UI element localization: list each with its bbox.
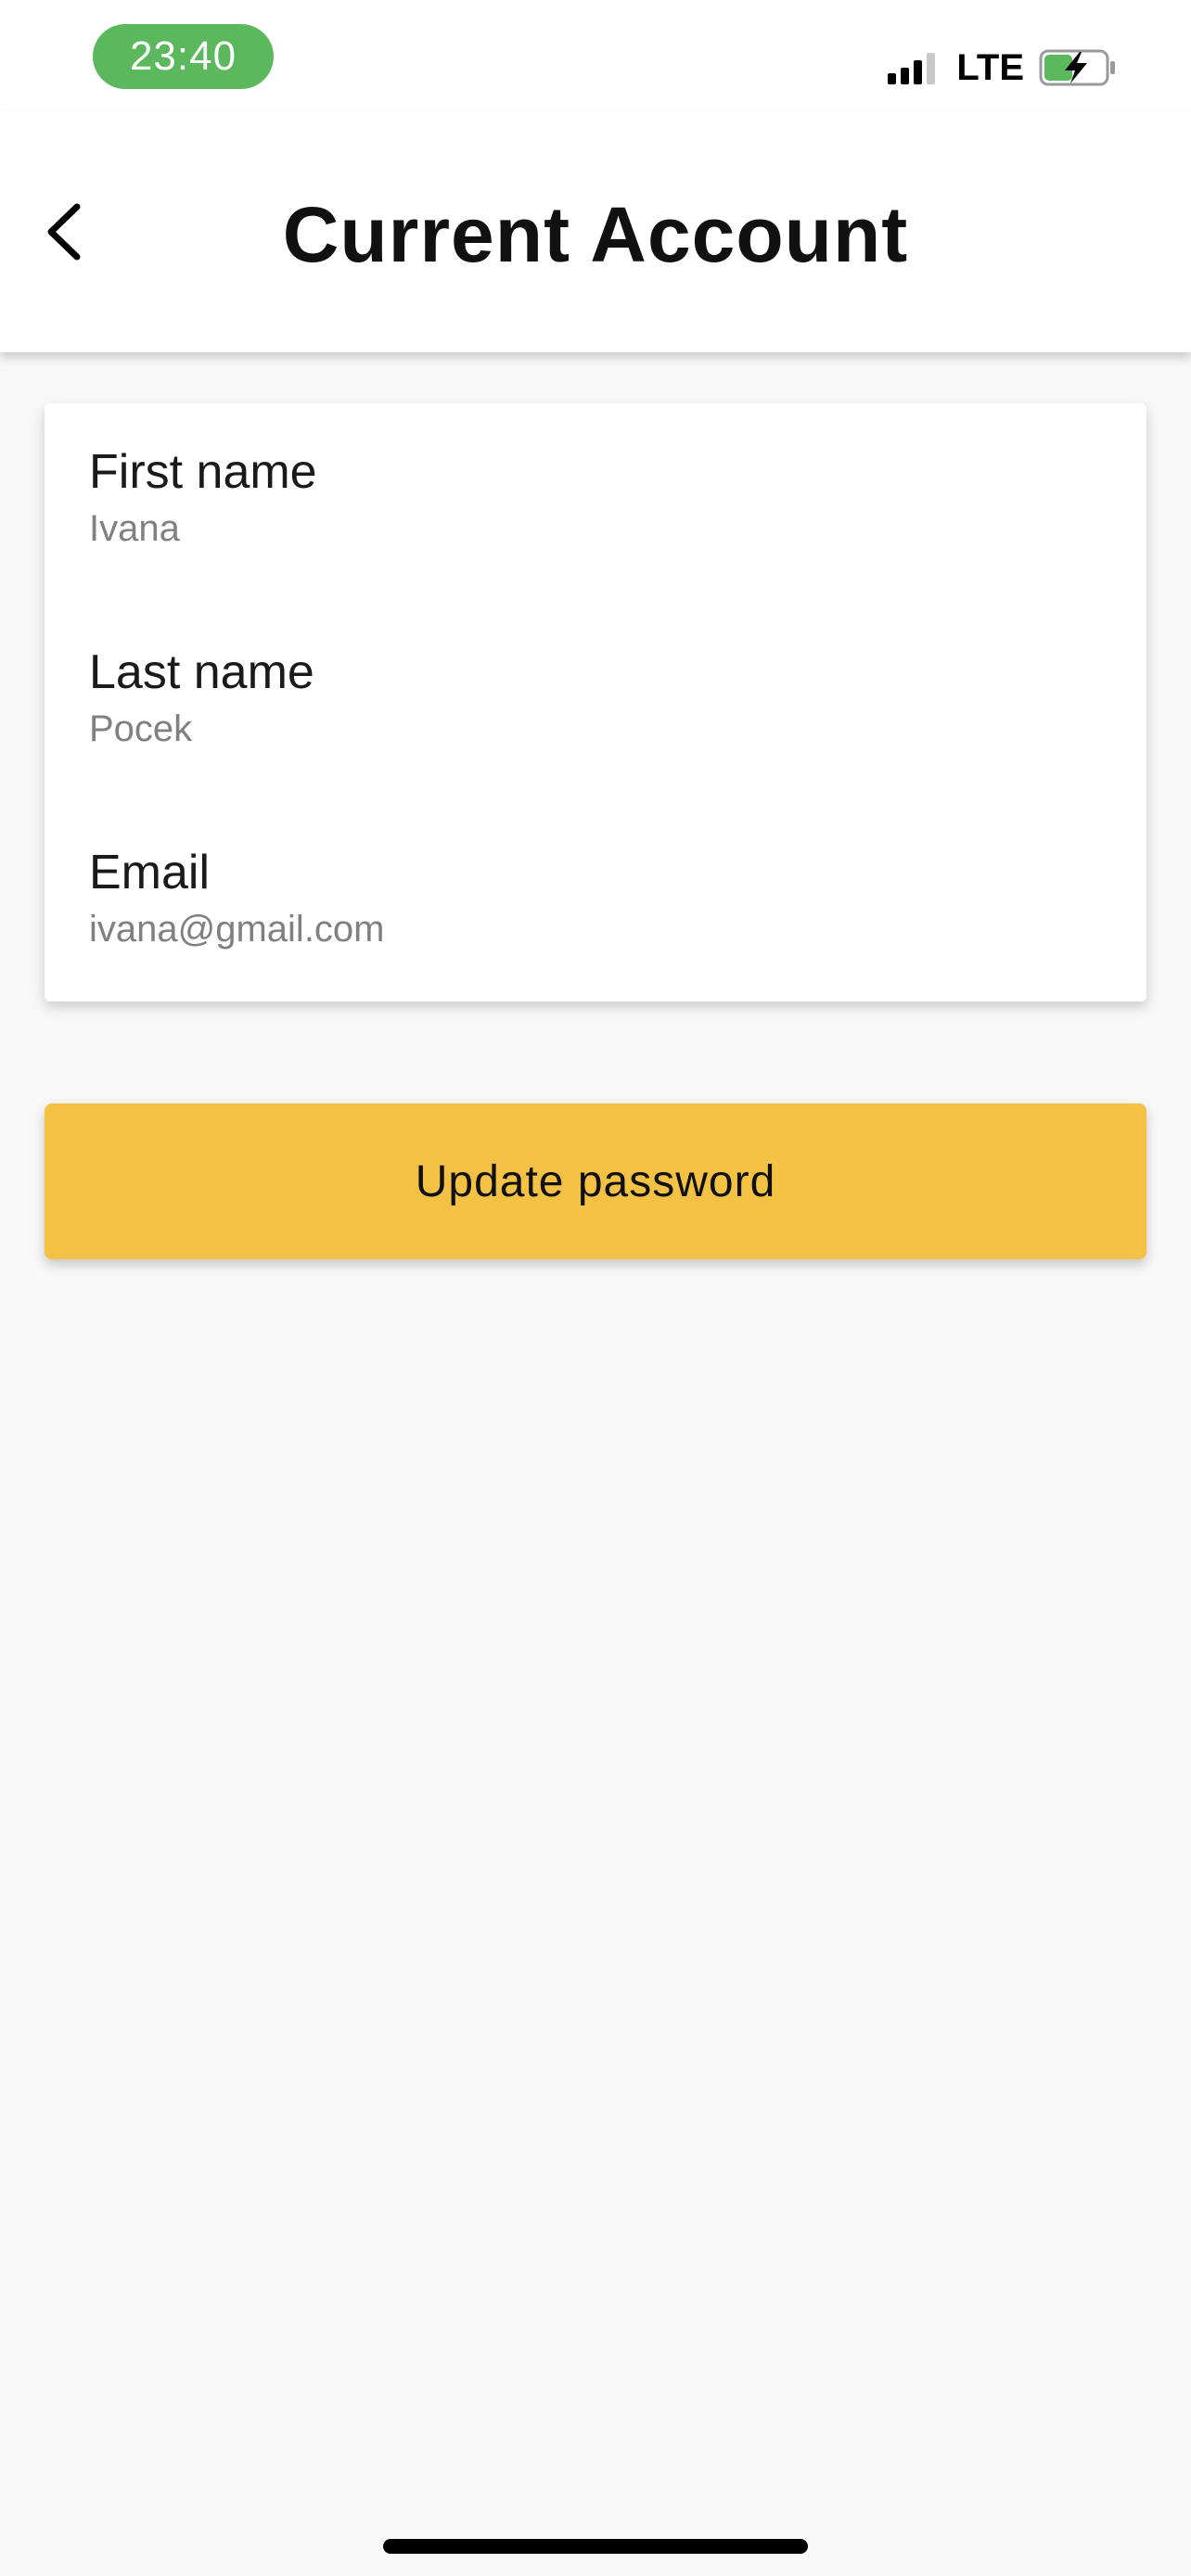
battery-charging-icon xyxy=(1039,48,1117,87)
current-account-screen: 23:40 LTE Current Account First name Iva… xyxy=(0,0,1191,2576)
email-value: ivana@gmail.com xyxy=(89,909,385,950)
email-field: Email ivana@gmail.com xyxy=(89,845,385,952)
last-name-field: Last name Pocek xyxy=(89,644,314,752)
status-bar: 23:40 LTE xyxy=(0,0,1191,111)
email-label: Email xyxy=(89,846,211,899)
status-indicators: LTE xyxy=(888,46,1117,89)
last-name-value: Pocek xyxy=(89,708,193,749)
first-name-value: Ivana xyxy=(89,508,180,549)
update-password-button[interactable]: Update password xyxy=(45,1103,1146,1259)
last-name-label: Last name xyxy=(89,645,314,699)
first-name-field: First name Ivana xyxy=(89,444,317,552)
status-time: 23:40 xyxy=(93,24,274,89)
home-indicator[interactable] xyxy=(383,2539,808,2554)
signal-strength-icon xyxy=(888,51,940,84)
account-info-card: First name Ivana Last name Pocek Email i… xyxy=(45,403,1146,1001)
network-type-label: LTE xyxy=(956,46,1024,88)
first-name-label: First name xyxy=(89,445,317,499)
app-header: Current Account xyxy=(0,111,1191,352)
page-title: Current Account xyxy=(282,191,909,278)
